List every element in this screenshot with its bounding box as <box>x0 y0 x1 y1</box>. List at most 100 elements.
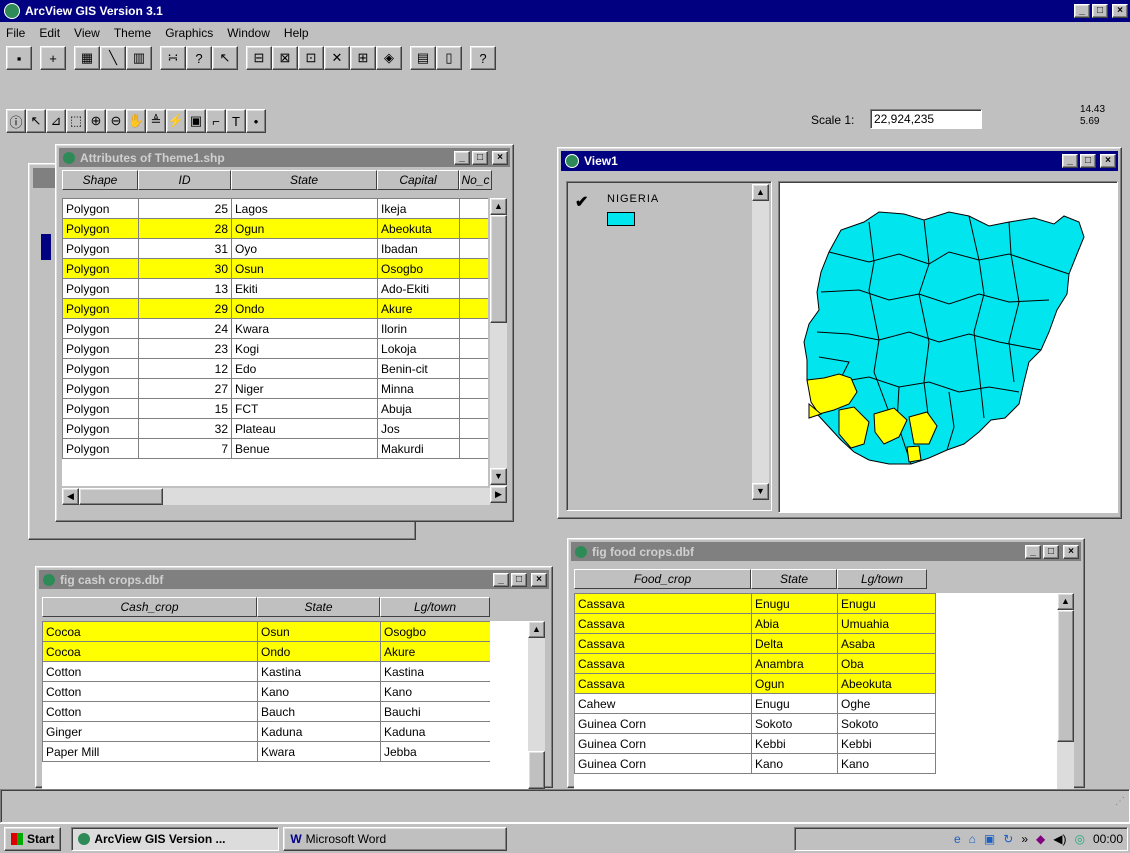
maximize-button[interactable]: □ <box>1043 544 1059 559</box>
cell-town[interactable]: Oba <box>837 653 936 674</box>
select-feature-icon[interactable]: ⬚ <box>66 109 86 133</box>
cell-crop[interactable]: Ginger <box>42 721 258 742</box>
cell-capital[interactable]: Jos <box>377 418 461 439</box>
cell-town[interactable]: Bauchi <box>380 701 490 722</box>
cell-town[interactable]: Asaba <box>837 633 936 654</box>
task-arcview[interactable]: ArcView GIS Version ... <box>71 826 280 851</box>
minimize-button[interactable]: _ <box>493 572 509 587</box>
cell-id[interactable]: 7 <box>138 438 232 459</box>
scroll-up-icon[interactable]: ▲ <box>1057 593 1074 610</box>
hscroll-thumb[interactable] <box>79 488 163 505</box>
cell-state[interactable]: Niger <box>230 378 379 399</box>
cell-state[interactable]: Ogun <box>751 673 838 694</box>
cell-town[interactable]: Abeokuta <box>837 673 936 694</box>
col-shape[interactable]: Shape <box>62 170 138 190</box>
close-button[interactable]: × <box>1100 154 1116 168</box>
table-row[interactable]: Polygon 23 Kogi Lokoja <box>62 338 488 359</box>
table-row[interactable]: Cotton Kano Kano <box>42 681 490 702</box>
scroll-left-icon[interactable]: ◀ <box>62 488 79 505</box>
zoom-selected-icon[interactable]: ⊡ <box>298 46 324 70</box>
cell-state[interactable]: Enugu <box>751 593 838 614</box>
cell-town[interactable]: Kano <box>837 753 936 774</box>
theme-checkbox[interactable]: ✔ <box>575 192 588 212</box>
zoom-out-tool-icon[interactable]: ⊖ <box>106 109 126 133</box>
cell-state[interactable]: Benue <box>230 438 379 459</box>
cell-crop[interactable]: Cassava <box>574 673 752 694</box>
identify-icon[interactable]: ⓘ <box>6 109 26 133</box>
help-icon[interactable]: ? <box>470 46 496 70</box>
vertex-edit-icon[interactable]: ⊿ <box>46 109 66 133</box>
edit-legend-icon[interactable]: ╲ <box>100 46 126 70</box>
cell-town[interactable]: Kastina <box>380 661 490 682</box>
maximize-button[interactable]: □ <box>472 150 488 165</box>
cell-id[interactable]: 32 <box>138 418 232 439</box>
cell-town[interactable]: Akure <box>380 641 490 662</box>
close-button[interactable]: × <box>531 572 547 587</box>
cell-state[interactable]: Oyo <box>230 238 379 259</box>
close-button[interactable]: × <box>1112 4 1128 18</box>
table-row[interactable]: Cotton Kastina Kastina <box>42 661 490 682</box>
cell-shape[interactable]: Polygon <box>62 258 139 279</box>
maximize-button[interactable]: □ <box>1092 4 1108 18</box>
cell-id[interactable]: 12 <box>138 358 232 379</box>
cell-state[interactable]: Kwara <box>230 318 379 339</box>
food-vscroll[interactable]: ▲ <box>1057 593 1074 789</box>
col-lg-town[interactable]: Lg/town <box>837 569 927 589</box>
table-row[interactable]: Ginger Kaduna Kaduna <box>42 721 490 742</box>
scroll-up-icon[interactable]: ▲ <box>752 184 769 201</box>
network-icon[interactable]: ⌂ <box>969 832 976 846</box>
cell-capital[interactable]: Ibadan <box>377 238 461 259</box>
volume-icon[interactable]: ◀) <box>1053 832 1066 846</box>
cell-town[interactable]: Kaduna <box>380 721 490 742</box>
cell-crop[interactable]: Guinea Corn <box>574 753 752 774</box>
cell-state[interactable]: Kogi <box>230 338 379 359</box>
cell-id[interactable]: 28 <box>138 218 232 239</box>
table-row[interactable]: Polygon 25 Lagos Ikeja <box>62 198 488 219</box>
cell-state[interactable]: Kano <box>751 753 838 774</box>
scroll-down-icon[interactable]: ▼ <box>490 468 507 485</box>
zoom-active-icon[interactable]: ⊠ <box>272 46 298 70</box>
pointer-icon[interactable]: ↖ <box>26 109 46 133</box>
cell-shape[interactable]: Polygon <box>62 318 139 339</box>
table-row[interactable]: Cassava Delta Asaba <box>574 633 936 654</box>
cell-shape[interactable]: Polygon <box>62 218 139 239</box>
cell-capital[interactable]: Abeokuta <box>377 218 461 239</box>
close-button[interactable]: × <box>492 150 508 165</box>
locate-icon[interactable]: ? <box>186 46 212 70</box>
cell-state[interactable]: Ondo <box>230 298 379 319</box>
query-builder-icon[interactable]: ↖ <box>212 46 238 70</box>
cell-state[interactable]: Sokoto <box>751 713 838 734</box>
cell-id[interactable]: 23 <box>138 338 232 359</box>
cell-crop[interactable]: Cotton <box>42 661 258 682</box>
cash-vscroll[interactable]: ▲ <box>528 621 545 789</box>
cell-id[interactable]: 15 <box>138 398 232 419</box>
cell-town[interactable]: Oghe <box>837 693 936 714</box>
cell-capital[interactable]: Ado-Ekiti <box>377 278 461 299</box>
food-crops-window[interactable]: fig food crops.dbf _ □ × Food_crop State… <box>567 538 1085 789</box>
save-project-icon[interactable]: ▪ <box>6 46 32 70</box>
cell-crop[interactable]: Cassava <box>574 653 752 674</box>
cell-shape[interactable]: Polygon <box>62 338 139 359</box>
table-row[interactable]: Polygon 27 Niger Minna <box>62 378 488 399</box>
cell-state[interactable]: Osun <box>257 621 381 642</box>
cell-id[interactable]: 30 <box>138 258 232 279</box>
scroll-thumb[interactable] <box>490 215 507 323</box>
table-row[interactable]: Cassava Enugu Enugu <box>574 593 936 614</box>
minimize-button[interactable]: _ <box>1025 544 1041 559</box>
tray-app-icon[interactable]: ◎ <box>1074 832 1084 846</box>
col-capital[interactable]: Capital <box>377 170 459 190</box>
text-icon[interactable]: T <box>226 109 246 133</box>
cell-crop[interactable]: Paper Mill <box>42 741 258 762</box>
table-row[interactable]: Cocoa Osun Osogbo <box>42 621 490 642</box>
antivirus-icon[interactable]: ◆ <box>1036 832 1045 846</box>
cell-state[interactable]: Kano <box>257 681 381 702</box>
col-state[interactable]: State <box>257 597 380 617</box>
cell-town[interactable]: Enugu <box>837 593 936 614</box>
menu-graphics[interactable]: Graphics <box>165 26 213 40</box>
cell-capital[interactable]: Benin-cit <box>377 358 461 379</box>
menu-file[interactable]: File <box>6 26 25 40</box>
menu-help[interactable]: Help <box>284 26 309 40</box>
add-theme-icon[interactable]: + <box>40 46 66 70</box>
table-row[interactable]: Polygon 29 Ondo Akure <box>62 298 488 319</box>
table-row[interactable]: Cassava Anambra Oba <box>574 653 936 674</box>
